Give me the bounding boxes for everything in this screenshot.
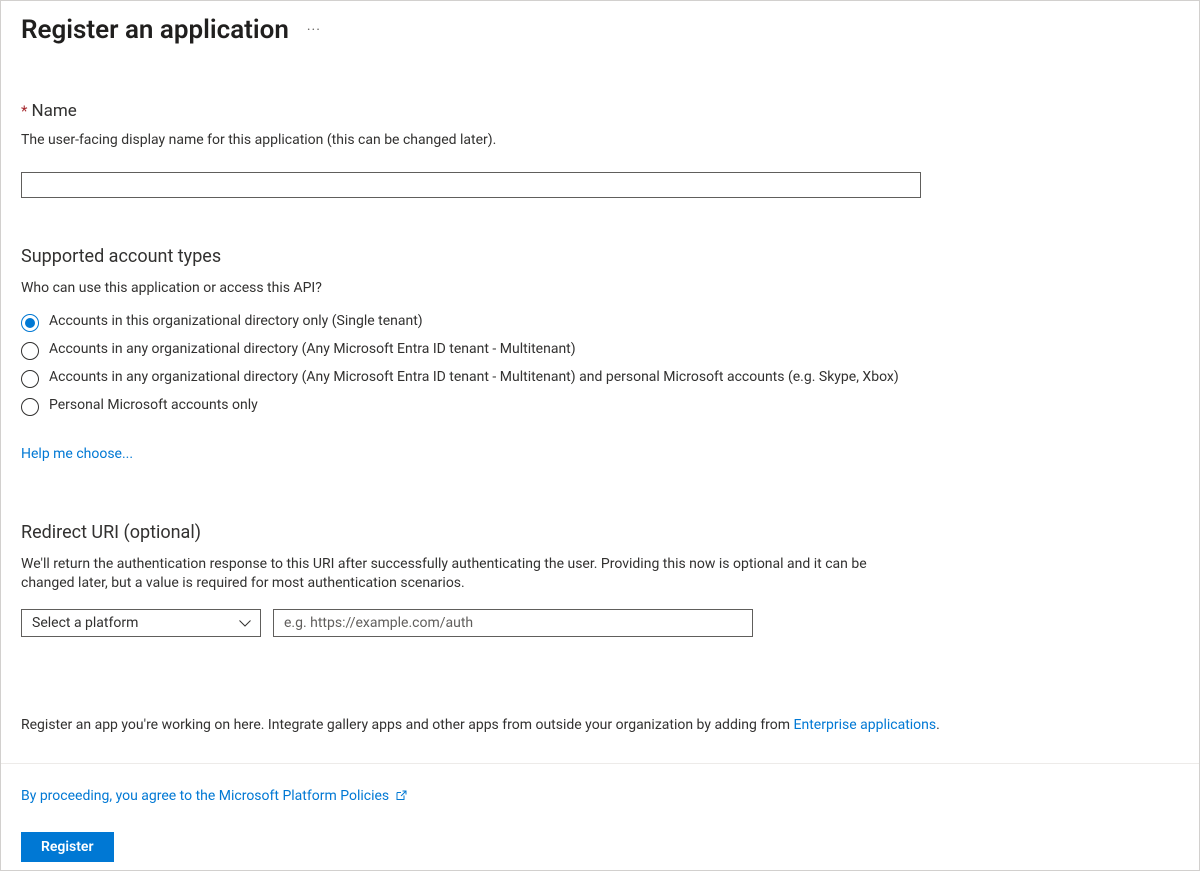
platform-select-value: Select a platform (32, 615, 138, 631)
app-name-input[interactable] (21, 172, 921, 198)
name-label: Name (31, 101, 76, 121)
radio-personal-only[interactable]: Personal Microsoft accounts only (21, 392, 961, 420)
radio-icon (21, 342, 39, 360)
radio-label: Accounts in any organizational directory… (49, 368, 899, 388)
app-registration-form: Register an application ··· * Name The u… (0, 0, 1200, 871)
platform-policies-link[interactable]: By proceeding, you agree to the Microsof… (21, 788, 407, 804)
radio-icon (21, 370, 39, 388)
radio-icon (21, 314, 39, 332)
chevron-down-icon (238, 616, 252, 630)
required-marker: * (21, 102, 27, 120)
radio-label: Personal Microsoft accounts only (49, 396, 258, 416)
footnote-suffix: . (936, 717, 940, 733)
radio-label: Accounts in any organizational directory… (49, 340, 576, 360)
redirect-uri-description: We'll return the authentication response… (21, 555, 921, 593)
policy-link-text: By proceeding, you agree to the Microsof… (21, 788, 389, 804)
name-description: The user-facing display name for this ap… (21, 131, 921, 150)
radio-multitenant[interactable]: Accounts in any organizational directory… (21, 336, 961, 364)
radio-multitenant-personal[interactable]: Accounts in any organizational directory… (21, 364, 961, 392)
radio-label: Accounts in this organizational director… (49, 312, 423, 332)
redirect-uri-input[interactable] (273, 609, 753, 637)
redirect-uri-title: Redirect URI (optional) (21, 522, 1179, 543)
external-link-icon (395, 790, 407, 802)
register-button[interactable]: Register (21, 832, 114, 862)
gallery-apps-note: Register an app you're working on here. … (21, 717, 1179, 733)
page-title: Register an application (21, 15, 289, 45)
account-types-radio-group: Accounts in this organizational director… (21, 308, 1179, 420)
more-actions-icon[interactable]: ··· (307, 22, 321, 38)
redirect-uri-section: Redirect URI (optional) We'll return the… (21, 522, 1179, 637)
account-types-question: Who can use this application or access t… (21, 279, 921, 298)
radio-icon (21, 398, 39, 416)
radio-single-tenant[interactable]: Accounts in this organizational director… (21, 308, 961, 336)
account-types-title: Supported account types (21, 246, 1179, 267)
footnote-prefix: Register an app you're working on here. … (21, 717, 794, 733)
account-types-section: Supported account types Who can use this… (21, 246, 1179, 462)
name-section: * Name The user-facing display name for … (21, 101, 1179, 198)
help-me-choose-link[interactable]: Help me choose... (21, 446, 133, 462)
platform-select[interactable]: Select a platform (21, 609, 261, 637)
enterprise-applications-link[interactable]: Enterprise applications (794, 717, 937, 733)
